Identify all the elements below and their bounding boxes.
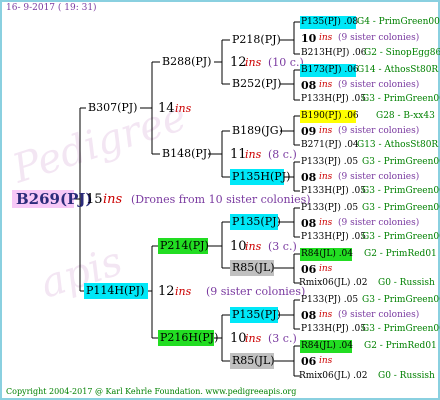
gen4-5-top-right: G2 - PrimRed01 (364, 249, 437, 259)
gen4-5-num: 06 (301, 263, 317, 276)
root-label[interactable]: B269(PJ) (16, 192, 93, 207)
gen4-4-note: (9 sister colonies) (338, 218, 420, 228)
gen2-p216h-ins: ins (245, 332, 262, 345)
gen4-5-top[interactable]: R84(JL) .04 (301, 250, 353, 259)
gen4-2-top-right: G28 - B-xx43 (376, 111, 435, 121)
gen3-b252-label[interactable]: B252(PJ) (232, 78, 281, 89)
gen4-7-num: 06 (301, 355, 317, 368)
gen3-b189-label[interactable]: B189(JG) (232, 125, 283, 136)
gen4-3-bottom[interactable]: P133H(PJ) .05 (301, 187, 366, 196)
gen4-3-top-right: G3 - PrimGreen00 (362, 157, 440, 167)
gen4-6-num: 08 (301, 309, 317, 322)
gen4-6-note: (9 sister colonies) (338, 310, 420, 320)
gen4-2-ins: ins (319, 126, 333, 136)
gen2-b288-label[interactable]: B288(PJ) (162, 56, 211, 67)
gen2-b148-note: (8 c.) (268, 148, 297, 161)
footer-copyright: Copyright 2004-2017 @ Karl Kehrle Founda… (6, 387, 297, 396)
gen2-p214-note: (3 c.) (268, 240, 297, 253)
gen4-1-num: 08 (301, 79, 317, 92)
gen4-1-bottom[interactable]: P133H(PJ) .05 (301, 95, 366, 104)
gen4-6-bottom[interactable]: P133H(PJ) .05 (301, 325, 366, 334)
root-note: (Drones from 10 sister colonies) (131, 193, 311, 206)
root-ins: ins (103, 192, 123, 207)
gen4-1-note: (9 sister colonies) (338, 80, 420, 90)
gen4-2-bottom[interactable]: B271(PJ) .04 (301, 141, 359, 150)
gen1-upper-number: 14 (158, 101, 175, 116)
gen2-b148-ins: ins (245, 148, 262, 161)
gen4-6-top-right: G3 - PrimGreen00 (362, 295, 440, 305)
gen4-5-bottom-right: G0 - Russish (378, 278, 435, 288)
gen2-p214-label[interactable]: P214(PJ) (160, 240, 209, 251)
gen4-7-bottom-right: G0 - Russish (378, 371, 435, 381)
gen4-7-bottom[interactable]: Rmix06(JL) .02 (299, 372, 368, 381)
gen4-4-top[interactable]: P133(PJ) .05 (301, 204, 358, 213)
gen4-2-num: 09 (301, 125, 317, 138)
gen2-b148-label[interactable]: B148(PJ) (162, 148, 211, 159)
gen3-p218-label[interactable]: P218(PJ) (232, 34, 281, 45)
gen4-1-top-right: G14 - AthosSt80R (357, 65, 439, 75)
gen4-3-ins: ins (319, 172, 333, 182)
gen4-7-ins: ins (319, 356, 333, 366)
gen1-lower-ins: ins (175, 285, 192, 298)
gen3-p135h-label[interactable]: P135H(PJ) (232, 171, 290, 182)
gen4-3-bottom-right: G3 - PrimGreen00 (362, 186, 440, 196)
gen3-p135b-label[interactable]: P135(PJ) (232, 309, 281, 320)
gen1-lower-note: (9 sister colonies) (206, 285, 306, 298)
gen4-5-bottom[interactable]: Rmix06(JL) .02 (299, 279, 368, 288)
gen4-3-top[interactable]: P133(PJ) .05 (301, 158, 358, 167)
gen3-r85b-label[interactable]: R85(JL) (232, 355, 275, 366)
gen4-0-bottom-right: G2 - SinopEgg86R (364, 48, 440, 58)
gen4-4-bottom-right: G3 - PrimGreen00 (362, 232, 440, 242)
gen4-1-top[interactable]: B173(PJ) .06 (301, 66, 359, 75)
gen4-0-top[interactable]: P135(PJ) .08 (301, 18, 358, 27)
gen1-lower-label[interactable]: P114H(PJ) (86, 285, 144, 296)
gen4-0-num: 10 (301, 32, 317, 45)
gen3-r85a-label[interactable]: R85(JL) (232, 262, 275, 273)
gen4-0-top-right: G4 - PrimGreen00 (357, 17, 440, 27)
gen2-b288-note: (10 c.) (268, 56, 304, 69)
gen4-7-top[interactable]: R84(JL) .04 (301, 342, 353, 351)
gen4-4-num: 08 (301, 217, 317, 230)
root-number: 15 (86, 192, 103, 207)
gen4-0-note: (9 sister colonies) (338, 33, 420, 43)
gen4-6-top[interactable]: P133(PJ) .05 (301, 296, 358, 305)
gen4-2-bottom-right: G13 - AthosSt80R (357, 140, 439, 150)
gen2-p216h-label[interactable]: P216H(PJ) (160, 332, 218, 343)
gen4-4-top-right: G3 - PrimGreen00 (362, 203, 440, 213)
gen4-4-bottom[interactable]: P133H(PJ) .05 (301, 233, 366, 242)
gen4-2-top[interactable]: B190(PJ) .06 (301, 112, 359, 121)
gen1-upper-ins: ins (175, 102, 192, 115)
gen4-0-ins: ins (319, 33, 333, 43)
gen2-p214-ins: ins (245, 240, 262, 253)
gen4-6-ins: ins (319, 310, 333, 320)
gen4-7-top-right: G2 - PrimRed01 (364, 341, 437, 351)
gen4-5-ins: ins (319, 264, 333, 274)
gen4-1-ins: ins (319, 80, 333, 90)
gen4-4-ins: ins (319, 218, 333, 228)
gen4-1-bottom-right: G3 - PrimGreen00 (362, 94, 440, 104)
gen4-3-num: 08 (301, 171, 317, 184)
gen1-lower-number: 12 (158, 284, 175, 299)
gen2-b288-ins: ins (245, 56, 262, 69)
gen3-p135a-label[interactable]: P135(PJ) (232, 216, 281, 227)
gen2-p216h-note: (3 c.) (268, 332, 297, 345)
gen4-2-note: (9 sister colonies) (338, 126, 420, 136)
header-date: 16- 9-2017 ( 19: 31) (6, 3, 97, 13)
gen1-upper-label[interactable]: B307(PJ) (88, 102, 137, 113)
gen4-3-note: (9 sister colonies) (338, 172, 420, 182)
gen4-6-bottom-right: G3 - PrimGreen00 (362, 324, 440, 334)
gen4-0-bottom[interactable]: B213H(PJ) .06 (301, 49, 367, 58)
